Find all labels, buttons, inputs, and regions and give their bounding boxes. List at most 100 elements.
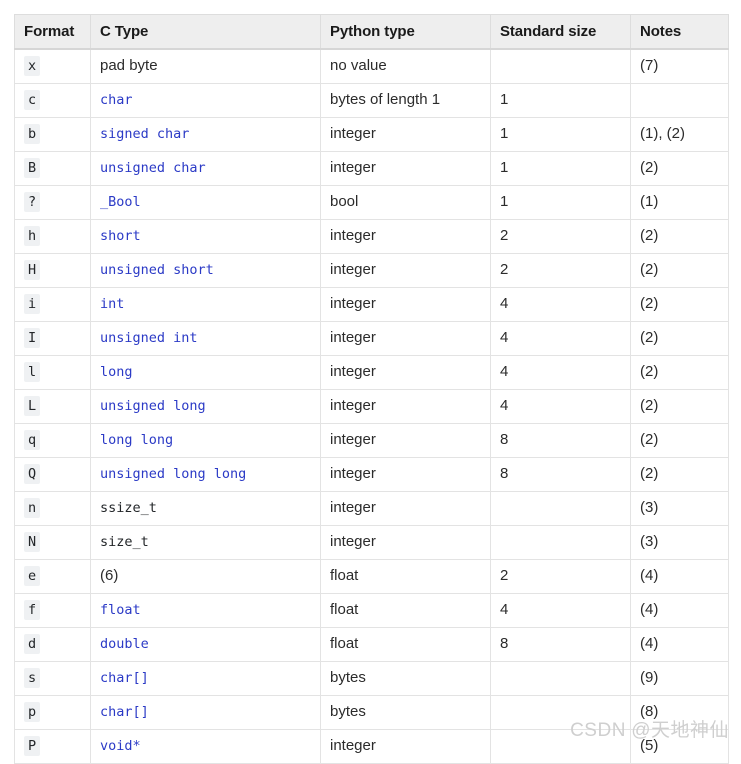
format-char: p — [24, 702, 41, 722]
cell-python-type: integer — [320, 423, 491, 458]
format-char: f — [24, 600, 41, 620]
c-type-code-link[interactable]: _Bool — [100, 194, 141, 210]
notes-text: (1) — [640, 193, 659, 210]
cell-format: d — [14, 627, 91, 662]
notes-text: (2) — [640, 431, 659, 448]
python-type-text: integer — [330, 499, 376, 516]
cell-python-type: integer — [320, 219, 491, 254]
notes-text: (2) — [640, 261, 659, 278]
format-char: L — [24, 396, 41, 416]
cell-notes: (2) — [630, 355, 729, 390]
c-type-code-link[interactable]: char[] — [100, 670, 149, 686]
cell-notes: (9) — [630, 661, 729, 696]
cell-python-type: integer — [320, 151, 491, 186]
cell-format: i — [14, 287, 91, 322]
c-type-code-link[interactable]: long — [100, 364, 133, 380]
standard-size-text: 4 — [500, 295, 509, 312]
standard-size-text: 4 — [500, 601, 509, 618]
format-char: n — [24, 498, 41, 518]
cell-c-type: unsigned long — [90, 389, 321, 424]
cell-python-type: integer — [320, 253, 491, 288]
notes-text: (7) — [640, 57, 659, 74]
c-type-code-link[interactable]: char — [100, 92, 133, 108]
cell-python-type: integer — [320, 457, 491, 492]
notes-text: (4) — [640, 635, 659, 652]
cell-notes: (2) — [630, 151, 729, 186]
c-type-code-link[interactable]: int — [100, 296, 124, 312]
cell-format: f — [14, 593, 91, 628]
cell-python-type: float — [320, 559, 491, 594]
cell-format: q — [14, 423, 91, 458]
format-char: Q — [24, 464, 41, 484]
python-type-text: bool — [330, 193, 359, 210]
cell-notes: (2) — [630, 423, 729, 458]
cell-standard-size — [490, 48, 631, 84]
cell-standard-size: 4 — [490, 321, 631, 356]
cell-notes: (8) — [630, 695, 729, 730]
notes-text: (9) — [640, 669, 659, 686]
c-type-code-link[interactable]: unsigned long long — [100, 466, 246, 482]
cell-c-type: char[] — [90, 661, 321, 696]
cell-format: B — [14, 151, 91, 186]
notes-text: (1), (2) — [640, 125, 685, 142]
format-table-container: Format C Type Python type Standard size … — [14, 14, 729, 764]
python-type-text: float — [330, 567, 359, 584]
python-type-text: integer — [330, 397, 376, 414]
cell-c-type: (6) — [90, 559, 321, 594]
c-type-code-link[interactable]: signed char — [100, 126, 189, 142]
cell-notes: (5) — [630, 729, 729, 764]
cell-format: e — [14, 559, 91, 594]
cell-format: ? — [14, 185, 91, 220]
notes-text: (2) — [640, 159, 659, 176]
cell-format: H — [14, 253, 91, 288]
c-type-code-link[interactable]: float — [100, 602, 141, 618]
table-row: ? _Bool bool 1 (1) — [14, 185, 729, 220]
column-header-c-type: C Type — [90, 14, 321, 50]
python-type-text: float — [330, 601, 359, 618]
cell-standard-size: 4 — [490, 593, 631, 628]
cell-python-type: bool — [320, 185, 491, 220]
table-row: Hunsigned short integer 2 (2) — [14, 253, 729, 288]
standard-size-text: 8 — [500, 465, 509, 482]
cell-python-type: integer — [320, 491, 491, 526]
cell-python-type: no value — [320, 48, 491, 84]
cell-format: L — [14, 389, 91, 424]
c-type-text: (6) — [100, 567, 119, 584]
c-type-code-link[interactable]: long long — [100, 432, 173, 448]
table-row: c char bytes of length 1 1 — [14, 83, 729, 118]
c-type-code-link[interactable]: unsigned short — [100, 262, 214, 278]
python-type-text: integer — [330, 533, 376, 550]
c-type-code-link[interactable]: void* — [100, 738, 141, 754]
c-type-code-link[interactable]: double — [100, 636, 149, 652]
c-type-code-link[interactable]: char[] — [100, 704, 149, 720]
cell-notes — [630, 83, 729, 118]
cell-standard-size: 1 — [490, 151, 631, 186]
cell-c-type: ssize_t — [90, 491, 321, 526]
table-row: b signed char integer 1 (1), (2) — [14, 117, 729, 152]
format-char: e — [24, 566, 41, 586]
cell-c-type: unsigned char — [90, 151, 321, 186]
cell-notes: (4) — [630, 627, 729, 662]
c-type-code-link[interactable]: short — [100, 228, 141, 244]
format-char: P — [24, 736, 41, 756]
format-char: q — [24, 430, 41, 450]
cell-python-type: integer — [320, 389, 491, 424]
c-type-code-link[interactable]: unsigned long — [100, 398, 206, 414]
c-type-code-link[interactable]: unsigned char — [100, 160, 206, 176]
format-char: c — [24, 90, 41, 110]
cell-format: n — [14, 491, 91, 526]
table-body: x pad byte no value (7) c char bytes of length… — [14, 48, 729, 764]
python-type-text: integer — [330, 431, 376, 448]
cell-standard-size — [490, 729, 631, 764]
c-type-code-link[interactable]: unsigned int — [100, 330, 198, 346]
standard-size-text: 4 — [500, 329, 509, 346]
table-row: x pad byte no value (7) — [14, 48, 729, 84]
cell-standard-size: 4 — [490, 389, 631, 424]
cell-notes: (2) — [630, 253, 729, 288]
notes-text: (3) — [640, 533, 659, 550]
format-char: N — [24, 532, 41, 552]
cell-python-type: integer — [320, 525, 491, 560]
python-type-text: integer — [330, 261, 376, 278]
cell-python-type: bytes of length 1 — [320, 83, 491, 118]
python-type-text: float — [330, 635, 359, 652]
